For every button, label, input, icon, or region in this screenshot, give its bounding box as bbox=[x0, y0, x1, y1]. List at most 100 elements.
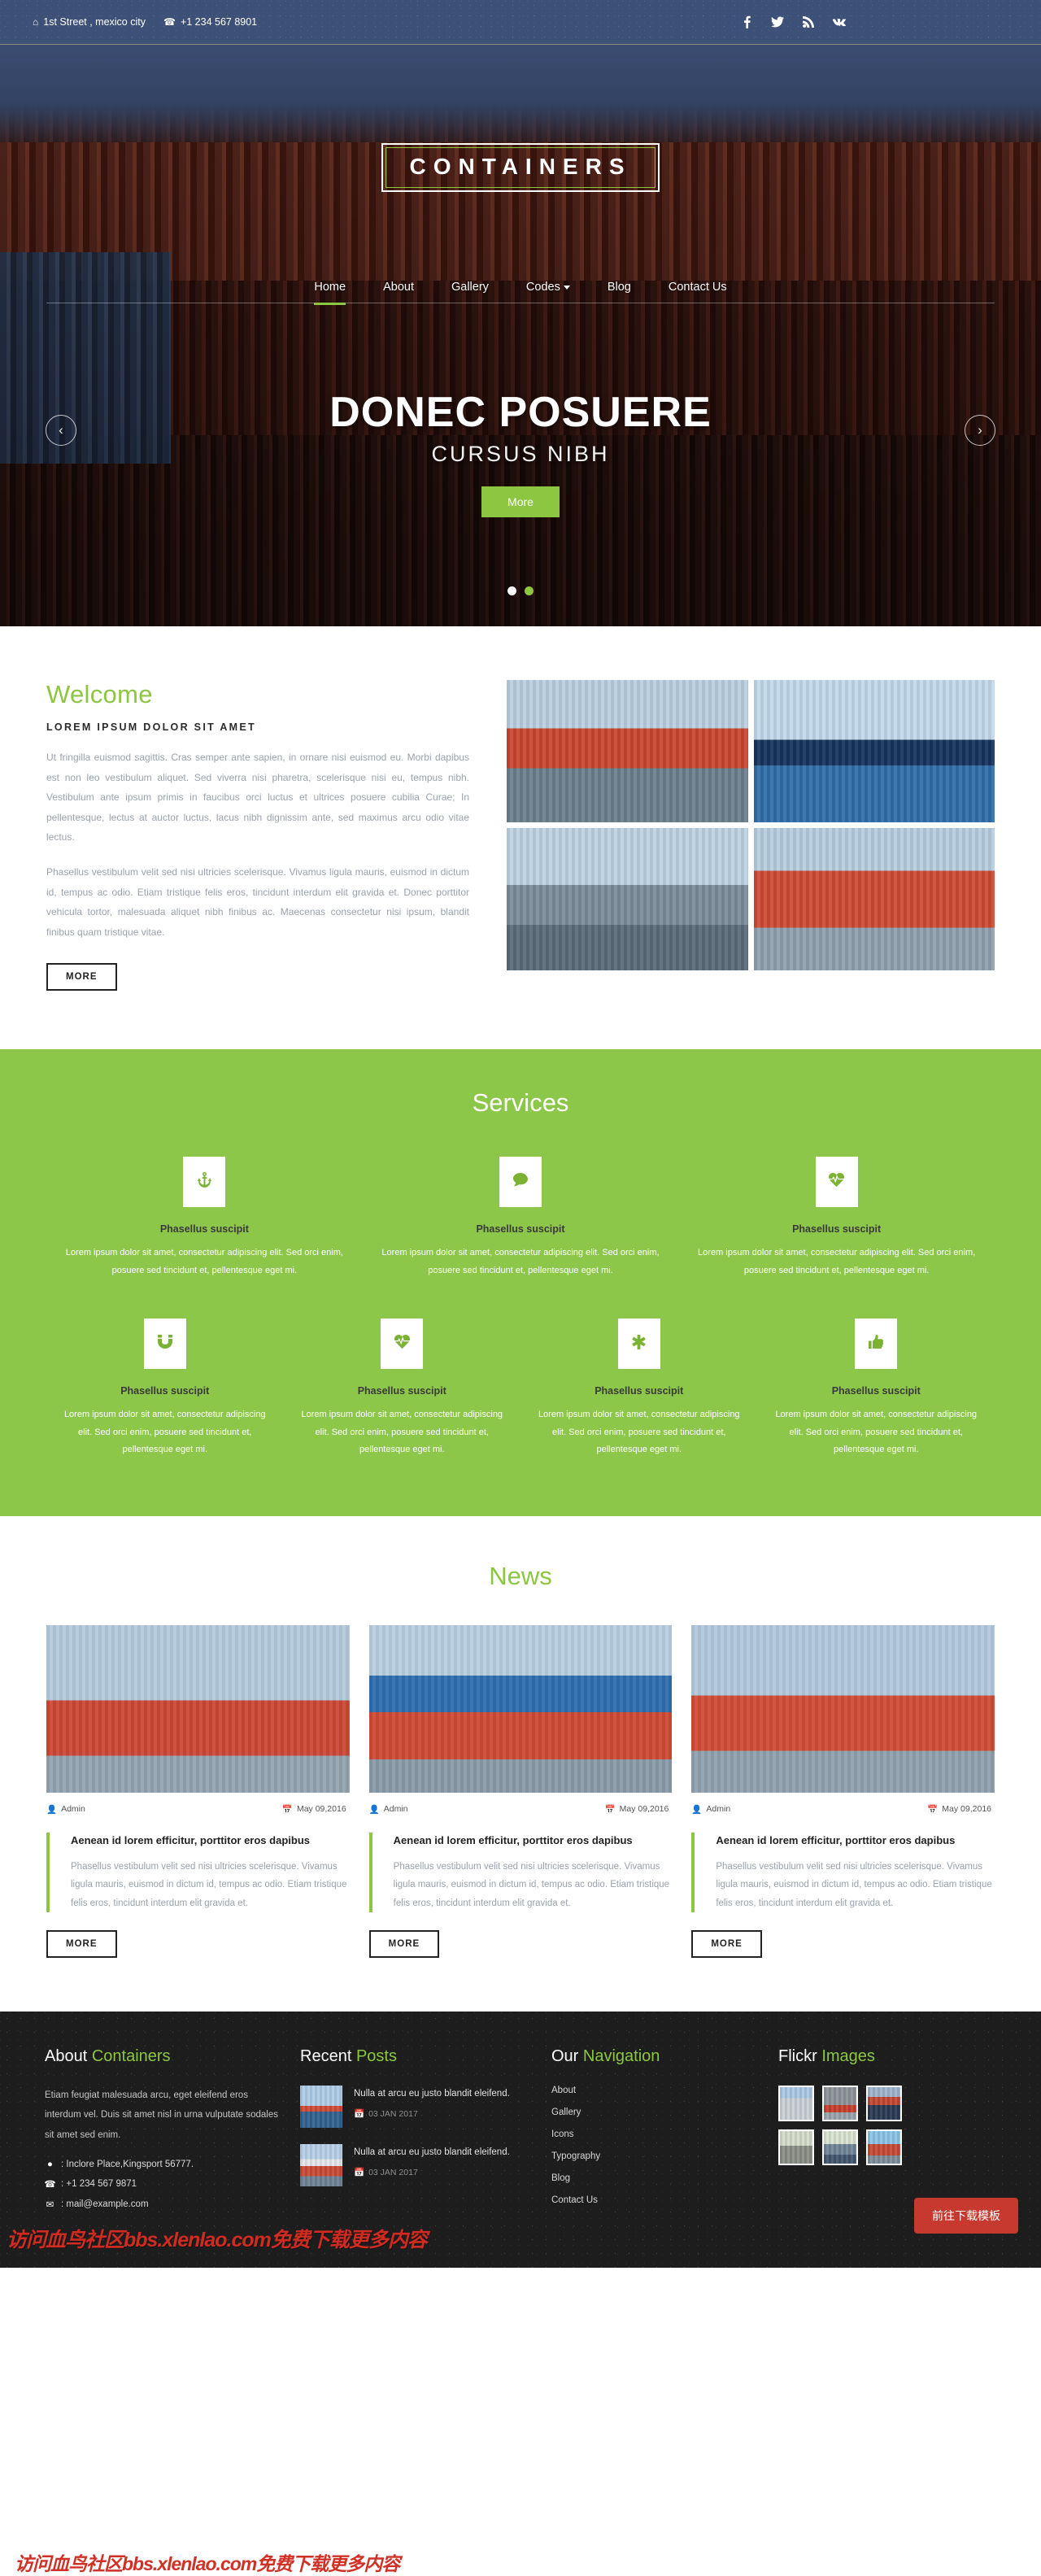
welcome-title: Welcome bbox=[46, 680, 153, 708]
footer-post-title-2: Nulla at arcu eu justo blandit eleifend. bbox=[354, 2147, 510, 2158]
flickr-thumb-6[interactable] bbox=[866, 2129, 902, 2166]
service-card-2[interactable]: Phasellus suscipit Lorem ipsum dolor sit… bbox=[363, 1157, 679, 1279]
slide-content: DONEC POSUERE CURSUS NIBH More bbox=[0, 390, 1041, 517]
news-image-2[interactable] bbox=[368, 1624, 673, 1793]
news-title: News bbox=[489, 1561, 552, 1590]
service-icon-box-6 bbox=[617, 1319, 660, 1370]
service-card-5[interactable]: Phasellus suscipit Lorem ipsum dolor sit… bbox=[284, 1319, 521, 1458]
watermark-upper: 访问血鸟社区bbs.xlenlao.com免费下载更多内容 bbox=[15, 2553, 400, 2575]
address-item: ⌂ 1st Street , mexico city bbox=[33, 16, 146, 28]
footer-nav-item-typography[interactable]: Typography bbox=[551, 2151, 759, 2161]
nav-label-about: About bbox=[383, 281, 414, 294]
welcome-paragraph-1: Ut fringilla euismod sagittis. Cras semp… bbox=[46, 752, 469, 843]
service-card-7[interactable]: Phasellus suscipit Lorem ipsum dolor sit… bbox=[758, 1319, 995, 1458]
news-text-3: Phasellus vestibulum velit sed nisi ultr… bbox=[716, 1862, 992, 1908]
main-navigation: Home About Gallery Codes Blog Contact Us bbox=[0, 281, 1041, 305]
top-bar: ⌂ 1st Street , mexico city ☎ +1 234 567 … bbox=[0, 0, 1041, 45]
footer-flickr-title-2: Images bbox=[821, 2047, 875, 2066]
news-more-button-1[interactable]: MORE bbox=[46, 1930, 117, 1959]
service-icon-box-5 bbox=[381, 1319, 424, 1370]
calendar-icon: 📅 bbox=[354, 2109, 365, 2120]
news-image-1[interactable] bbox=[46, 1624, 350, 1793]
service-card-6[interactable]: Phasellus suscipit Lorem ipsum dolor sit… bbox=[520, 1319, 758, 1458]
footer-nav-item-blog[interactable]: Blog bbox=[551, 2173, 759, 2183]
service-heading-5: Phasellus suscipit bbox=[357, 1385, 446, 1397]
nav-item-contact-us[interactable]: Contact Us bbox=[669, 281, 727, 305]
vk-icon[interactable] bbox=[833, 15, 846, 28]
comment-icon bbox=[513, 1173, 528, 1191]
nav-item-home[interactable]: Home bbox=[314, 281, 346, 305]
footer-email[interactable]: ✉: mail@example.com bbox=[45, 2199, 281, 2210]
service-text-2: Lorem ipsum dolor sit amet, consectetur … bbox=[381, 1248, 660, 1275]
footer-flickr-column: Flickr Images bbox=[778, 2047, 994, 2218]
service-text-4: Lorem ipsum dolor sit amet, consectetur … bbox=[63, 1410, 266, 1455]
service-card-4[interactable]: Phasellus suscipit Lorem ipsum dolor sit… bbox=[46, 1319, 284, 1458]
services-row-2: Phasellus suscipit Lorem ipsum dolor sit… bbox=[46, 1319, 995, 1458]
nav-label-codes: Codes bbox=[525, 281, 560, 294]
site-logo[interactable]: CONTAINERS bbox=[0, 143, 1041, 192]
service-icon-box-1 bbox=[183, 1157, 226, 1208]
calendar-icon: 📅 bbox=[354, 2168, 365, 2178]
footer-phone: ☎: +1 234 567 9871 bbox=[44, 2178, 281, 2190]
slide-more-button[interactable]: More bbox=[481, 486, 560, 517]
news-image-3[interactable] bbox=[691, 1624, 995, 1793]
footer-about-title-1: About bbox=[45, 2047, 92, 2066]
news-text-2: Phasellus vestibulum velit sed nisi ultr… bbox=[393, 1862, 670, 1908]
footer-posts-title-2: Posts bbox=[355, 2047, 397, 2066]
footer-post-text-2: Nulla at arcu eu justo blandit eleifend.… bbox=[354, 2144, 532, 2186]
news-more-button-2[interactable]: MORE bbox=[368, 1930, 440, 1959]
service-card-3[interactable]: Phasellus suscipit Lorem ipsum dolor sit… bbox=[678, 1157, 995, 1279]
phone-item: ☎ +1 234 567 8901 bbox=[163, 16, 257, 28]
footer-nav-title-1: Our bbox=[551, 2047, 583, 2066]
nav-label-contact-us: Contact Us bbox=[668, 281, 727, 294]
news-text-1: Phasellus vestibulum velit sed nisi ultr… bbox=[71, 1862, 347, 1908]
thumbs-up-icon bbox=[869, 1335, 884, 1353]
flickr-thumb-3[interactable] bbox=[866, 2086, 902, 2122]
welcome-image-grid bbox=[507, 680, 995, 991]
flickr-thumb-4[interactable] bbox=[778, 2129, 814, 2166]
footer-post-date-1: 📅 03 JAN 2017 bbox=[354, 2108, 532, 2120]
news-body-3: Aenean id lorem efficitur, porttitor ero… bbox=[691, 1832, 995, 1913]
service-icon-box-2 bbox=[499, 1157, 542, 1208]
cranes-yard-photo bbox=[753, 828, 995, 970]
flickr-thumb-2[interactable] bbox=[822, 2086, 858, 2122]
news-button-wrap-3: MORE bbox=[691, 1930, 995, 1959]
slide-subtitle: CURSUS NIBH bbox=[431, 441, 610, 466]
flickr-thumb-5[interactable] bbox=[822, 2129, 858, 2166]
footer-nav-item-about[interactable]: About bbox=[551, 2086, 759, 2095]
footer-nav-item-contact-us[interactable]: Contact Us bbox=[551, 2195, 759, 2205]
logo-outer-frame: CONTAINERS bbox=[381, 143, 660, 192]
news-author-label-3: Admin bbox=[706, 1804, 731, 1815]
footer-nav-item-icons[interactable]: Icons bbox=[551, 2129, 759, 2139]
twitter-icon[interactable] bbox=[771, 15, 784, 28]
footer-nav-item-gallery[interactable]: Gallery bbox=[551, 2107, 759, 2117]
footer-recent-posts-column: Recent Posts Nulla at arcu eu justo blan… bbox=[300, 2047, 532, 2218]
flickr-thumb-1[interactable] bbox=[778, 2086, 814, 2122]
footer-about-column: About Containers Etiam feugiat malesuada… bbox=[44, 2047, 281, 2218]
nav-item-blog[interactable]: Blog bbox=[608, 281, 631, 305]
service-card-1[interactable]: Phasellus suscipit Lorem ipsum dolor sit… bbox=[46, 1157, 363, 1279]
welcome-more-button[interactable]: MORE bbox=[46, 963, 117, 992]
footer-post-date-text-1: 03 JAN 2017 bbox=[368, 2108, 418, 2119]
social-links bbox=[740, 15, 1008, 28]
slider-next-button[interactable]: › bbox=[965, 415, 995, 446]
service-text-6: Lorem ipsum dolor sit amet, consectetur … bbox=[538, 1410, 740, 1455]
footer-address: ●: Inclore Place,Kingsport 56777. bbox=[45, 2160, 281, 2169]
rss-icon[interactable] bbox=[802, 15, 815, 28]
nav-item-gallery[interactable]: Gallery bbox=[451, 281, 489, 305]
footer-post-item-1[interactable]: Nulla at arcu eu justo blandit eleifend.… bbox=[300, 2086, 532, 2129]
service-text-3: Lorem ipsum dolor sit amet, consectetur … bbox=[698, 1248, 976, 1275]
news-more-button-3[interactable]: MORE bbox=[691, 1930, 762, 1959]
footer-post-item-2[interactable]: Nulla at arcu eu justo blandit eleifend.… bbox=[300, 2144, 532, 2187]
news-card-1: 👤 Admin 📅 May 09,2016 Aenean id lorem ef… bbox=[46, 1624, 350, 1959]
footer-flickr-title-1: Flickr bbox=[778, 2047, 822, 2066]
slider-prev-button[interactable]: ‹ bbox=[46, 415, 76, 446]
slider-dot-1[interactable] bbox=[507, 586, 516, 595]
nav-item-about[interactable]: About bbox=[383, 281, 414, 305]
slider-dot-2[interactable] bbox=[525, 586, 534, 595]
news-date-3: 📅 May 09,2016 bbox=[927, 1804, 991, 1815]
facebook-icon[interactable] bbox=[740, 15, 753, 28]
download-template-button[interactable]: 前往下载模板 bbox=[914, 2197, 1018, 2234]
service-icon-box-4 bbox=[143, 1319, 186, 1370]
nav-item-codes[interactable]: Codes bbox=[526, 281, 570, 305]
